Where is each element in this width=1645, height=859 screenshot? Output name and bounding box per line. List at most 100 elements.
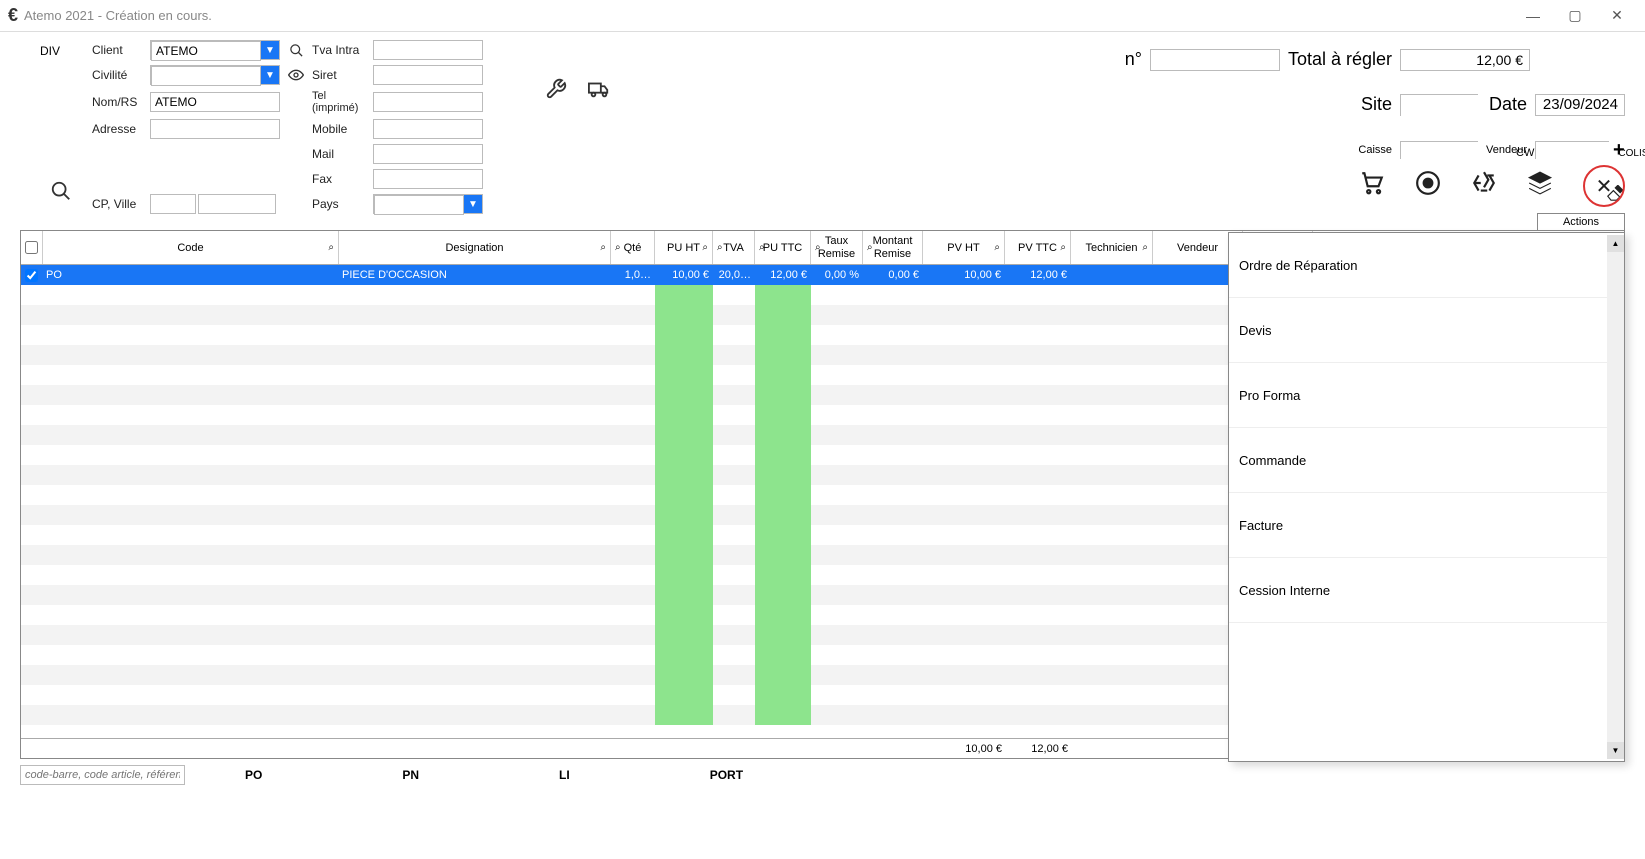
bottom-bar: PO PN LI PORT [0, 759, 1645, 791]
cell-qte: 1,0… [611, 265, 655, 285]
mobile-label: Mobile [312, 122, 367, 136]
minimize-button[interactable]: — [1521, 4, 1545, 28]
action-item-3[interactable]: Commande [1229, 428, 1624, 493]
header-code[interactable]: Code⌕ [43, 231, 339, 264]
header-designation[interactable]: Designation⌕ [339, 231, 611, 264]
action-item-5[interactable]: Cession Interne [1229, 558, 1624, 623]
cell-montr: 0,00 € [863, 265, 923, 285]
eye-icon[interactable] [286, 69, 306, 81]
row-checkbox[interactable] [25, 269, 38, 282]
cell-tauxr: 0,00 % [811, 265, 863, 285]
plus-icon[interactable]: + [1613, 139, 1625, 162]
site-combo[interactable]: ▼ [1400, 94, 1478, 116]
client-label: Client [92, 43, 144, 57]
date-input[interactable] [1535, 94, 1625, 116]
cell-pvttc: 12,00 € [1005, 265, 1071, 285]
close-button[interactable]: ✕ [1583, 165, 1625, 207]
cell-puht: 10,00 € [655, 265, 713, 285]
div-label: DIV [40, 44, 60, 58]
layers-icon[interactable] [1527, 170, 1553, 203]
tel-label: Tel (imprimé) [312, 90, 367, 114]
caisse-input[interactable] [1401, 142, 1555, 164]
header-technicien[interactable]: Technicien⌕ [1071, 231, 1153, 264]
search-icon[interactable] [286, 43, 306, 58]
actions-header[interactable]: Actions [1537, 213, 1625, 231]
barcode-search-input[interactable] [20, 765, 185, 785]
bottom-pn[interactable]: PN [402, 768, 419, 782]
tva-input[interactable] [373, 40, 483, 60]
footer-pvttc: 12,00 € [1005, 739, 1071, 758]
action-item-1[interactable]: Devis [1229, 298, 1624, 363]
mail-input[interactable] [373, 144, 483, 164]
header-montremise[interactable]: ⌕Montant Remise [863, 231, 923, 264]
bottom-port[interactable]: PORT [710, 768, 743, 782]
actions-panel: Ordre de RéparationDevisPro FormaCommand… [1228, 232, 1625, 762]
header-tauxremise[interactable]: ⌕Taux Remise [811, 231, 863, 264]
action-item-4[interactable]: Facture [1229, 493, 1624, 558]
civilite-combo[interactable]: ▼ [150, 65, 280, 85]
header-pvht[interactable]: PV HT⌕ [923, 231, 1005, 264]
footer-pvht: 10,00 € [923, 739, 1005, 758]
vendeur-input[interactable] [1536, 142, 1645, 164]
tva-label: Tva Intra [312, 43, 367, 57]
header-checkbox[interactable] [21, 231, 43, 264]
site-label: Site [1288, 94, 1392, 115]
scroll-up-arrow[interactable]: ▲ [1607, 235, 1624, 252]
pays-combo[interactable]: ▼ [373, 194, 483, 214]
mobile-input[interactable] [373, 119, 483, 139]
cart-icon[interactable] [1359, 170, 1385, 203]
truck-icon[interactable] [587, 78, 611, 214]
cell-puttc: 12,00 € [755, 265, 811, 285]
tel-input[interactable] [373, 92, 483, 112]
pays-label: Pays [312, 197, 367, 211]
nomrs-label: Nom/RS [92, 95, 144, 109]
ville-input[interactable] [198, 194, 276, 214]
civilite-label: Civilité [92, 68, 144, 82]
close-window-button[interactable]: ✕ [1605, 4, 1629, 28]
caisse-combo[interactable]: ▼ [1400, 141, 1478, 159]
header-puht[interactable]: PU HT⌕ [655, 231, 713, 264]
bottom-po[interactable]: PO [245, 768, 262, 782]
fax-input[interactable] [373, 169, 483, 189]
action-icons-row: ✕ [1359, 165, 1625, 207]
actions-scrollbar[interactable]: ▲ ▼ [1607, 235, 1624, 759]
vendeur-combo[interactable]: ▼ [1535, 141, 1609, 159]
titlebar: € Atemo 2021 - Création en cours. — ▢ ✕ [0, 0, 1645, 32]
pays-dropdown-arrow[interactable]: ▼ [464, 195, 482, 213]
nomrs-input[interactable] [150, 92, 280, 112]
action-item-0[interactable]: Ordre de Réparation [1229, 233, 1624, 298]
num-label: n° [1125, 49, 1142, 70]
wrench-icon[interactable] [545, 78, 567, 214]
record-icon[interactable] [1415, 170, 1441, 203]
window-title: Atemo 2021 - Création en cours. [24, 8, 212, 23]
header-qte[interactable]: ⌕Qté [611, 231, 655, 264]
num-input[interactable] [1150, 49, 1280, 71]
header-puttc[interactable]: ⌕PU TTC [755, 231, 811, 264]
header-pvttc[interactable]: PV TTC⌕ [1005, 231, 1071, 264]
header-tva[interactable]: ⌕TVA [713, 231, 755, 264]
bottom-li[interactable]: LI [559, 768, 570, 782]
cp-input[interactable] [150, 194, 196, 214]
client-combo[interactable]: ▼ [150, 40, 280, 60]
civilite-dropdown-arrow[interactable]: ▼ [261, 66, 279, 84]
cell-tva: 20,0… [713, 265, 755, 285]
siret-input[interactable] [373, 65, 483, 85]
total-value [1400, 49, 1530, 71]
civilite-input[interactable] [151, 66, 261, 86]
main-search-icon[interactable] [50, 180, 72, 208]
client-dropdown-arrow[interactable]: ▼ [261, 41, 279, 59]
pays-input[interactable] [374, 195, 464, 215]
recycle-icon[interactable] [1471, 170, 1497, 203]
total-label: Total à régler [1288, 49, 1392, 70]
action-item-2[interactable]: Pro Forma [1229, 363, 1624, 428]
client-input[interactable] [151, 41, 261, 61]
mail-label: Mail [312, 147, 367, 161]
scroll-down-arrow[interactable]: ▼ [1607, 742, 1624, 759]
cell-designation: PIECE D'OCCASION [339, 265, 611, 285]
cpville-label: CP, Ville [92, 197, 144, 211]
cell-code: PO [43, 265, 339, 285]
app-icon: € [8, 5, 18, 26]
adresse-input[interactable] [150, 119, 280, 139]
date-label: Date [1486, 94, 1527, 115]
maximize-button[interactable]: ▢ [1563, 4, 1587, 28]
